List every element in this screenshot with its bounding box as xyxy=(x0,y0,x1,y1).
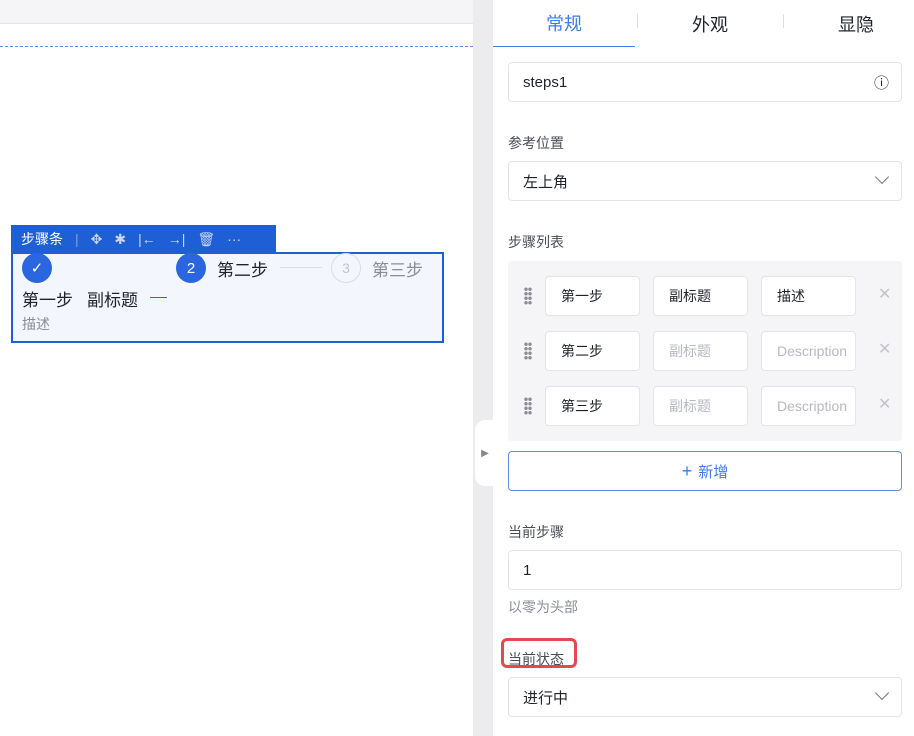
component-name-input[interactable]: steps1 ⓘ xyxy=(508,62,902,102)
current-step-label: 当前步骤 xyxy=(508,524,564,540)
bug-icon[interactable]: ✱ xyxy=(114,231,126,248)
step-description-input[interactable]: Description xyxy=(761,386,856,426)
close-icon[interactable]: ✕ xyxy=(878,284,891,304)
chevron-down-icon xyxy=(874,169,890,185)
position-select[interactable]: 左上角 xyxy=(508,161,902,201)
component-toolbar: 步骤条 | ✥ ✱ |← →| 🗑 ··· xyxy=(11,225,276,253)
tab-label: 显隐 xyxy=(838,14,874,35)
add-label: 新增 xyxy=(698,463,729,481)
delete-icon[interactable]: 🗑 xyxy=(197,231,215,248)
close-icon[interactable]: ✕ xyxy=(878,339,891,359)
step-1-title: 第一步 xyxy=(22,291,73,310)
component-type-label: 步骤条 xyxy=(21,231,63,247)
tab-divider xyxy=(637,14,638,28)
tab-general[interactable]: 常规 xyxy=(493,0,635,47)
current-status-label: 当前状态 xyxy=(508,651,564,667)
step-subtitle-input[interactable]: 副标题 xyxy=(653,276,748,316)
plus-icon: + xyxy=(681,460,693,481)
current-step-value: 1 xyxy=(523,561,532,579)
add-step-button[interactable]: + 新增 xyxy=(508,451,902,491)
step-description-input[interactable]: Description xyxy=(761,331,856,371)
position-value: 左上角 xyxy=(523,173,569,191)
step-description-input[interactable]: 描述 xyxy=(761,276,856,316)
step-title-input[interactable]: 第一步 xyxy=(545,276,640,316)
step-subtitle-input[interactable]: 副标题 xyxy=(653,386,748,426)
current-step-hint: 以零为头部 xyxy=(508,599,578,615)
move-icon[interactable]: ✥ xyxy=(91,231,103,248)
tab-visibility[interactable]: 显隐 xyxy=(785,0,914,47)
step-2-title: 第二步 xyxy=(217,261,268,280)
step-3-title: 第三步 xyxy=(372,261,423,280)
align-right-icon[interactable]: →| xyxy=(168,231,186,247)
tab-label: 常规 xyxy=(546,14,582,34)
current-status-select[interactable]: 进行中 xyxy=(508,677,902,717)
tab-label: 外观 xyxy=(692,14,728,35)
drag-handle-icon[interactable] xyxy=(524,397,532,415)
drag-handle-icon[interactable] xyxy=(524,287,532,305)
current-status-value: 进行中 xyxy=(523,689,569,707)
info-icon[interactable]: ⓘ xyxy=(874,72,889,93)
step-1-subtitle: 副标题 xyxy=(87,291,138,310)
step-subtitle-input[interactable]: 副标题 xyxy=(653,331,748,371)
triangle-right-icon: ▶ xyxy=(481,447,489,459)
step-connector xyxy=(280,267,322,268)
step-2-number: 2 xyxy=(176,253,206,283)
steps-list-label: 步骤列表 xyxy=(508,234,564,250)
tab-divider xyxy=(783,14,784,28)
align-left-icon[interactable]: |← xyxy=(138,231,156,247)
position-label: 参考位置 xyxy=(508,135,564,151)
step-connector xyxy=(150,297,167,298)
divider: | xyxy=(75,231,79,247)
steps-list: 第一步 副标题 描述 ✕ 第二步 副标题 Description ✕ 第三步 副… xyxy=(508,261,902,441)
step-title-input[interactable]: 第二步 xyxy=(545,331,640,371)
collapse-panel-handle[interactable]: ▶ xyxy=(475,420,495,486)
steps-component[interactable]: ✓ 2 第二步 3 第三步 第一步 副标题 描述 xyxy=(11,252,444,343)
current-step-input[interactable]: 1 xyxy=(508,550,902,590)
check-icon: ✓ xyxy=(22,253,52,283)
close-icon[interactable]: ✕ xyxy=(878,394,891,414)
guide-line xyxy=(0,46,493,47)
step-1-description: 描述 xyxy=(22,316,50,332)
tab-appearance[interactable]: 外观 xyxy=(639,0,781,47)
canvas-top-bar xyxy=(0,0,473,24)
name-value: steps1 xyxy=(523,73,568,91)
step-3-number: 3 xyxy=(331,253,361,283)
panel-divider xyxy=(473,0,493,736)
drag-handle-icon[interactable] xyxy=(524,342,532,360)
properties-panel: 常规 外观 显隐 steps1 ⓘ 参考位置 左上角 步骤列表 第一步 副标题 描… xyxy=(493,0,914,736)
step-title-input[interactable]: 第三步 xyxy=(545,386,640,426)
more-icon[interactable]: ··· xyxy=(227,231,241,247)
chevron-down-icon xyxy=(874,685,890,701)
